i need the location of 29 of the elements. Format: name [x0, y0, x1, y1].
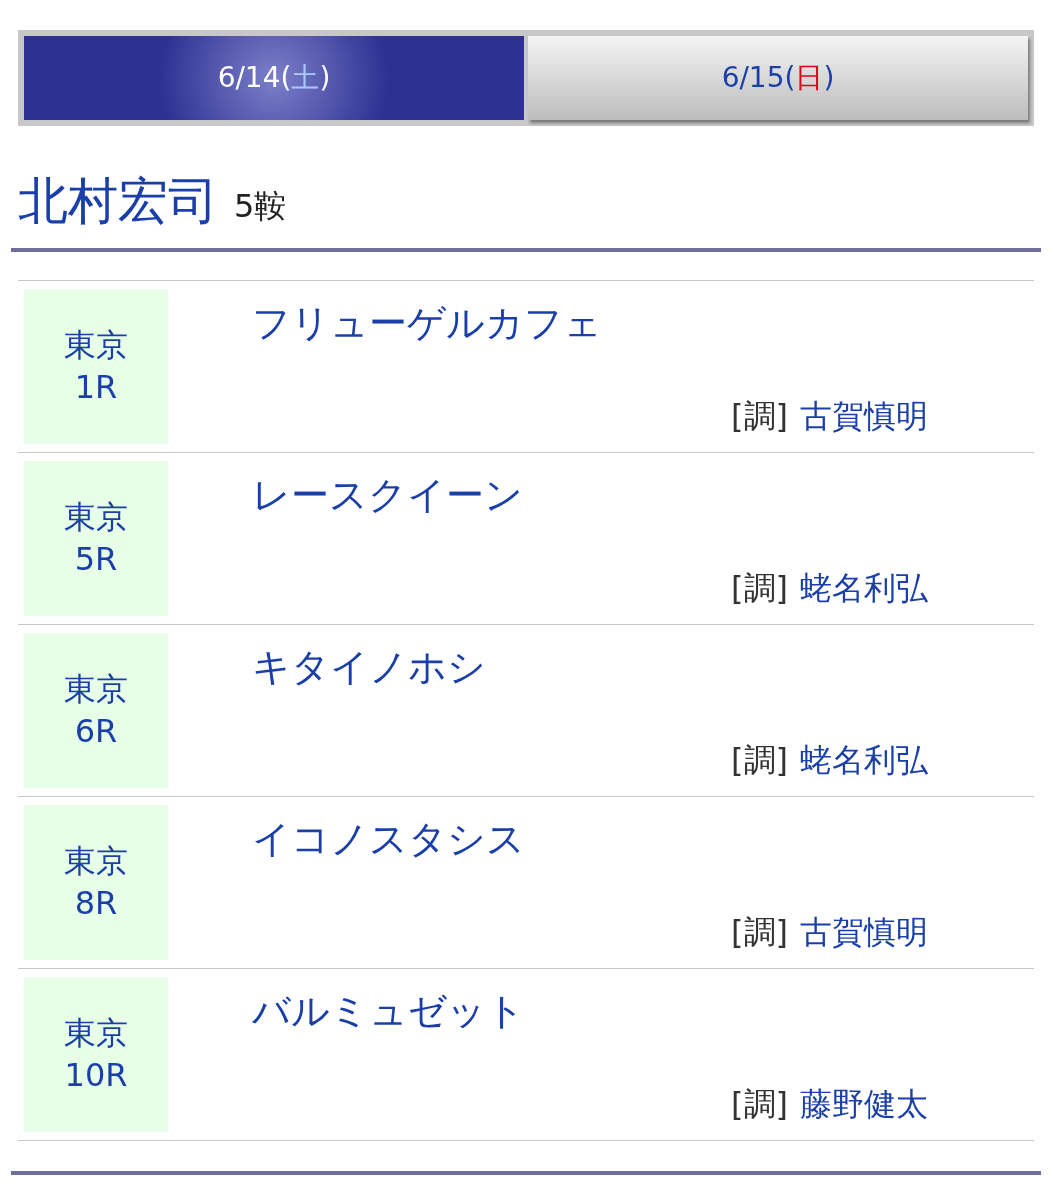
trainer-link[interactable]: 藤野健太 [800, 1080, 928, 1128]
trainer-label: [調] [731, 1084, 788, 1125]
race-number: 1R [74, 366, 118, 408]
venue: 東京 [64, 840, 128, 882]
trainer-label: [調] [731, 740, 788, 781]
venue: 東京 [64, 1012, 128, 1054]
trainer-link[interactable]: 古賀慎明 [800, 908, 928, 956]
trainer-link[interactable]: 蛯名利弘 [800, 564, 928, 612]
date-tab[interactable]: 6/14(土) [24, 36, 524, 120]
trainer-label: [調] [731, 396, 788, 437]
venue: 東京 [64, 496, 128, 538]
venue: 東京 [64, 324, 128, 366]
ride-count: 5鞍 [234, 190, 287, 226]
jockey-name: 北村宏司 [18, 176, 218, 226]
horse-link[interactable]: レースクイーン [252, 467, 928, 524]
race-number: 6R [74, 710, 118, 752]
venue: 東京 [64, 668, 128, 710]
race-number: 5R [74, 538, 118, 580]
trainer-label: [調] [731, 568, 788, 609]
race-number: 8R [74, 882, 118, 924]
race-number: 10R [64, 1054, 128, 1096]
trainer-label: [調] [731, 912, 788, 953]
horse-link[interactable]: キタイノホシ [252, 639, 928, 696]
horse-link[interactable]: バルミュゼット [252, 983, 928, 1040]
date-tab[interactable]: 6/15(日) [528, 36, 1028, 120]
horse-link[interactable]: イコノスタシス [252, 811, 928, 868]
trainer-link[interactable]: 蛯名利弘 [800, 736, 928, 784]
horse-link[interactable]: フリューゲルカフェ [252, 295, 928, 352]
trainer-link[interactable]: 古賀慎明 [800, 392, 928, 440]
